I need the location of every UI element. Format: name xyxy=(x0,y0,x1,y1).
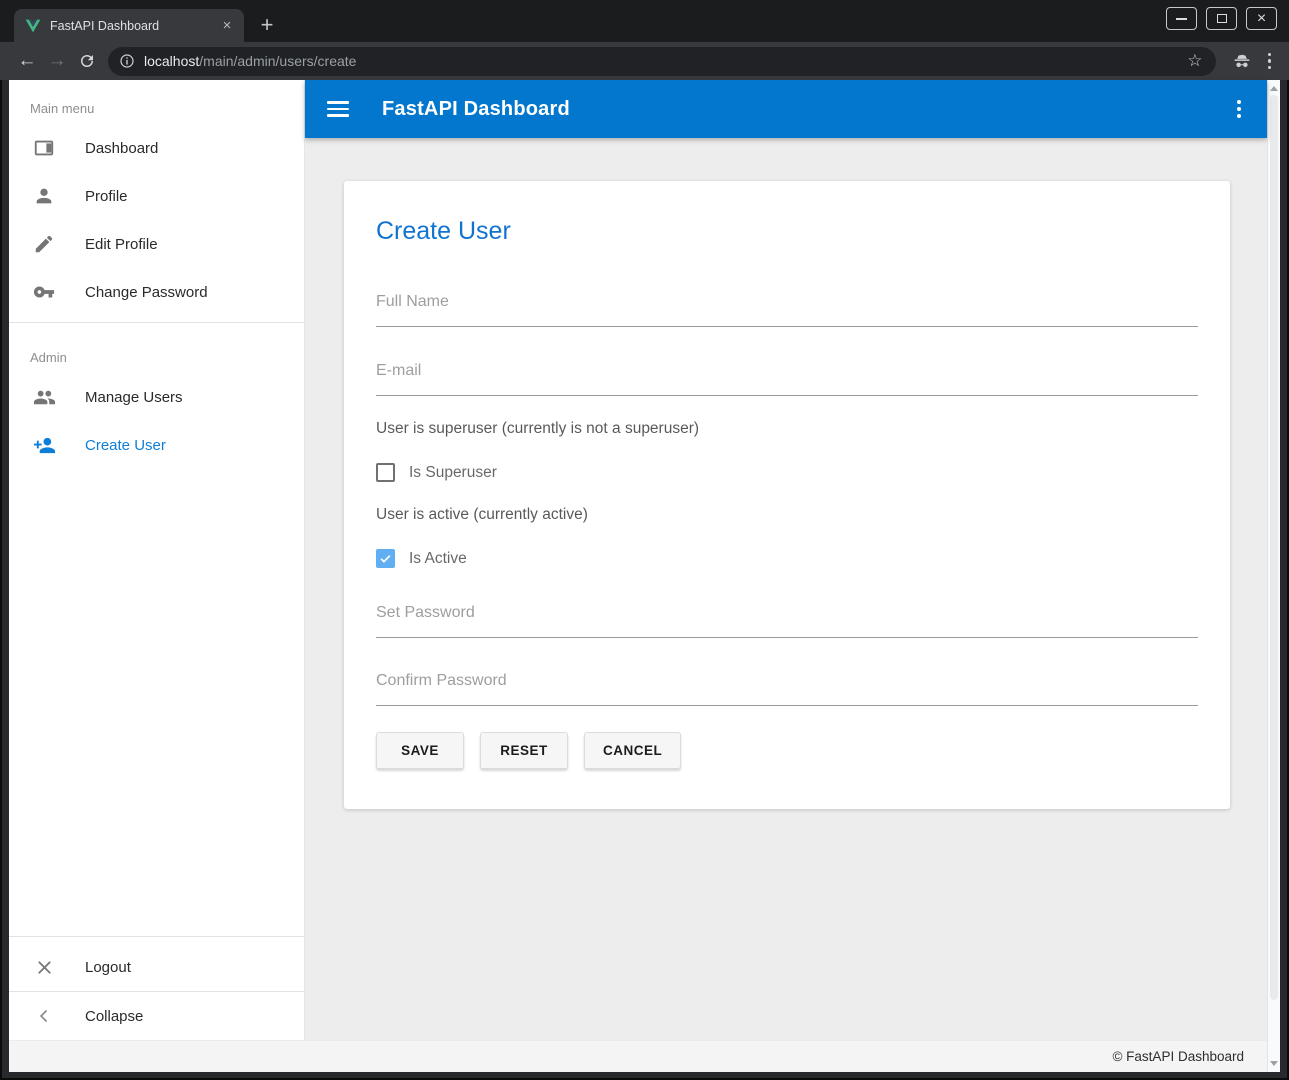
sidebar-item-create-user[interactable]: Create User xyxy=(9,421,304,469)
sidebar-item-manage-users[interactable]: Manage Users xyxy=(9,373,304,421)
is-active-checkbox-row[interactable]: Is Active xyxy=(376,549,1198,568)
address-bar[interactable]: localhost/main/admin/users/create ☆ xyxy=(108,47,1216,76)
incognito-icon xyxy=(1231,51,1253,71)
site-info-icon[interactable] xyxy=(119,53,135,69)
form-actions: SAVE RESET CANCEL xyxy=(376,732,1198,769)
sidebar-item-label: Edit Profile xyxy=(85,236,158,253)
confirm-password-input[interactable] xyxy=(376,672,1198,706)
main-area: FastAPI Dashboard Create User xyxy=(305,80,1267,1040)
full-name-input[interactable] xyxy=(376,293,1198,327)
browser-titlebar: FastAPI Dashboard × + × xyxy=(0,0,1289,42)
app-title: FastAPI Dashboard xyxy=(382,98,570,121)
app-menu-button[interactable] xyxy=(1233,96,1245,122)
window-controls: × xyxy=(1166,7,1277,30)
sidebar-item-label: Manage Users xyxy=(85,389,183,406)
is-superuser-checkbox-row[interactable]: Is Superuser xyxy=(376,463,1198,482)
scrollbar-up-arrow-icon[interactable] xyxy=(1270,86,1278,91)
url-host: localhost xyxy=(144,53,199,69)
set-password-field xyxy=(376,604,1198,638)
active-hint: User is active (currently active) xyxy=(376,506,1198,524)
sidebar-divider xyxy=(9,322,304,323)
full-name-field xyxy=(376,293,1198,327)
reload-icon xyxy=(78,52,96,70)
person-icon xyxy=(32,184,56,208)
confirm-password-field xyxy=(376,672,1198,706)
sidebar-item-label: Create User xyxy=(85,437,166,454)
page-footer: © FastAPI Dashboard xyxy=(9,1040,1267,1072)
bookmark-star-icon[interactable]: ☆ xyxy=(1187,51,1202,71)
sidebar-item-change-password[interactable]: Change Password xyxy=(9,268,304,316)
window-maximize-button[interactable] xyxy=(1206,7,1237,30)
browser-toolbar: ← → localhost/main/admin/users/create ☆ xyxy=(0,42,1289,80)
sidebar-item-label: Change Password xyxy=(85,284,208,301)
cancel-button[interactable]: CANCEL xyxy=(584,732,681,769)
scrollbar-thumb[interactable] xyxy=(1270,95,1278,1000)
minimize-icon xyxy=(1176,18,1187,20)
sidebar-item-label: Logout xyxy=(85,959,131,976)
checkbox-label: Is Active xyxy=(409,550,467,568)
checkbox-label: Is Superuser xyxy=(409,464,497,482)
browser-window: FastAPI Dashboard × + × ← → xyxy=(0,0,1289,1080)
checkbox-unchecked-icon[interactable] xyxy=(376,463,395,482)
create-user-card: Create User User is superuser (currently… xyxy=(344,181,1230,809)
content-area: Create User User is superuser (currently… xyxy=(305,138,1267,1040)
page-scrollbar[interactable] xyxy=(1267,80,1280,1072)
close-icon xyxy=(32,955,56,979)
page: Main menu Dashboard xyxy=(9,80,1280,1072)
sidebar-item-profile[interactable]: Profile xyxy=(9,172,304,220)
person-add-icon xyxy=(32,433,56,457)
close-icon: × xyxy=(1257,11,1266,27)
sidebar-item-label: Collapse xyxy=(85,1008,143,1025)
checkbox-checked-icon[interactable] xyxy=(376,549,395,568)
vue-favicon xyxy=(25,18,41,34)
sidebar-item-dashboard[interactable]: Dashboard xyxy=(9,124,304,172)
sidebar-item-label: Dashboard xyxy=(85,140,158,157)
sidebar-divider xyxy=(9,936,304,937)
scrollbar-down-arrow-icon[interactable] xyxy=(1270,1061,1278,1066)
sidebar-item-collapse[interactable]: Collapse xyxy=(9,992,304,1040)
maximize-icon xyxy=(1217,14,1227,23)
dashboard-icon xyxy=(32,136,56,160)
reload-button[interactable] xyxy=(72,46,102,76)
sidebar: Main menu Dashboard xyxy=(9,80,305,1040)
sidebar-item-label: Profile xyxy=(85,188,128,205)
window-minimize-button[interactable] xyxy=(1166,7,1197,30)
people-icon xyxy=(32,385,56,409)
save-button[interactable]: SAVE xyxy=(376,732,464,769)
back-button[interactable]: ← xyxy=(12,46,42,76)
set-password-input[interactable] xyxy=(376,604,1198,638)
sidebar-section-admin: Admin xyxy=(9,329,304,373)
reset-button[interactable]: RESET xyxy=(480,732,568,769)
url-text: localhost/main/admin/users/create xyxy=(144,53,356,69)
pencil-icon xyxy=(32,232,56,256)
window-close-button[interactable]: × xyxy=(1246,7,1277,30)
hamburger-menu-icon[interactable] xyxy=(327,101,349,117)
new-tab-button[interactable]: + xyxy=(252,10,282,40)
browser-tab[interactable]: FastAPI Dashboard × xyxy=(14,9,244,42)
tab-title: FastAPI Dashboard xyxy=(50,19,218,33)
app-header: FastAPI Dashboard xyxy=(305,80,1267,138)
email-input[interactable] xyxy=(376,362,1198,396)
superuser-hint: User is superuser (currently is not a su… xyxy=(376,420,1198,438)
sidebar-item-logout[interactable]: Logout xyxy=(9,943,304,991)
email-field xyxy=(376,362,1198,396)
sidebar-bottom: Logout Collapse xyxy=(9,930,304,1040)
sidebar-section-main-menu: Main menu xyxy=(9,80,304,124)
url-path: /main/admin/users/create xyxy=(199,53,356,69)
tab-close-icon[interactable]: × xyxy=(218,17,236,35)
key-icon xyxy=(32,280,56,304)
forward-button[interactable]: → xyxy=(42,46,72,76)
sidebar-item-edit-profile[interactable]: Edit Profile xyxy=(9,220,304,268)
copyright-text: © FastAPI Dashboard xyxy=(1112,1049,1244,1064)
browser-menu-button[interactable] xyxy=(1268,53,1272,70)
page-title: Create User xyxy=(376,181,1198,246)
chevron-left-icon xyxy=(32,1004,56,1028)
